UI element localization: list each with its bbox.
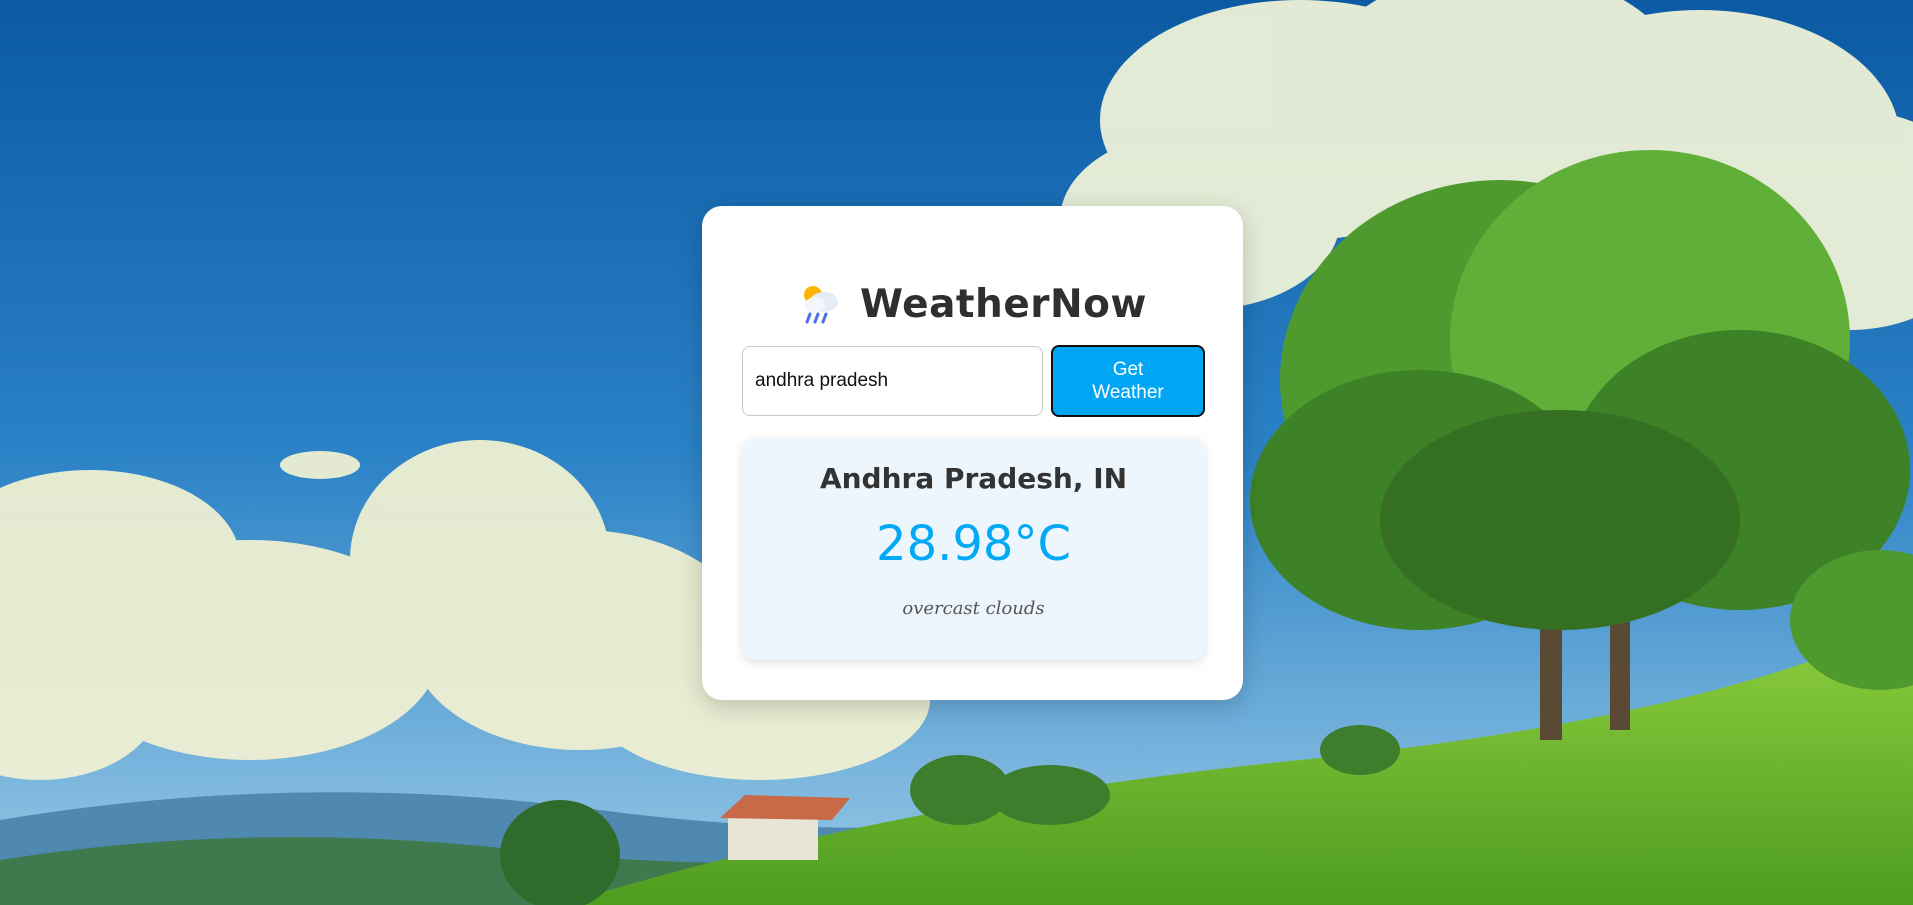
app-header: WeatherNow [702,276,1243,332]
location-name: Andhra Pradesh, IN [819,462,1128,495]
weather-description: overcast clouds [902,598,1045,619]
search-form: Get Weather [742,345,1205,417]
weather-result-panel: Andhra Pradesh, IN 28.98°C overcast clou… [742,438,1205,660]
app-background: WeatherNow Get Weather Andhra Pradesh, I… [0,0,1913,905]
city-search-input[interactable] [742,346,1043,416]
app-title: WeatherNow [860,281,1147,327]
get-weather-button[interactable]: Get Weather [1051,345,1205,417]
weather-card: WeatherNow Get Weather Andhra Pradesh, I… [702,206,1243,700]
temperature-value: 28.98°C [876,516,1071,572]
sun-behind-rain-cloud-icon [798,281,844,327]
